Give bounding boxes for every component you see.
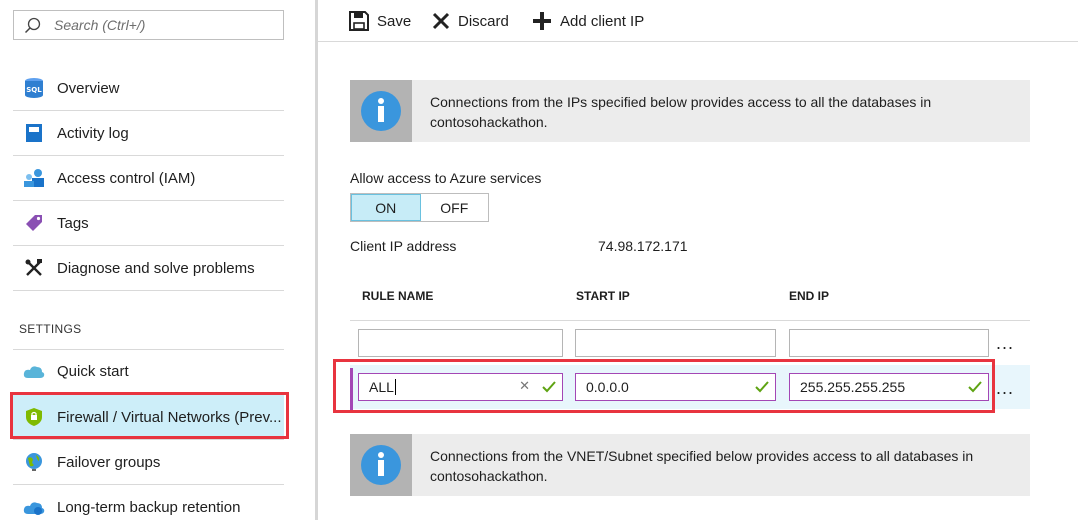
info-text-line: Connections from the VNET/Subnet specifi… bbox=[430, 448, 974, 464]
sidebar-item-label: Long-term backup retention bbox=[57, 499, 241, 516]
sidebar-item-diagnose[interactable]: Diagnose and solve problems bbox=[13, 246, 284, 291]
command-bar: Save Discard Add client IP bbox=[318, 0, 1078, 42]
save-label: Save bbox=[377, 12, 412, 30]
info-banner-ips: Connections from the IPs specified below… bbox=[350, 80, 1030, 142]
sql-database-icon: SQL bbox=[23, 77, 45, 99]
column-header-start-ip: START IP bbox=[576, 289, 630, 303]
sidebar-item-label: Overview bbox=[57, 79, 120, 97]
add-client-ip-button[interactable]: Add client IP bbox=[532, 10, 644, 32]
toggle-off-option[interactable]: OFF bbox=[420, 194, 488, 221]
people-icon bbox=[23, 167, 45, 189]
azure-access-label: Allow access to Azure services bbox=[350, 170, 542, 186]
azure-access-toggle: ON OFF bbox=[350, 193, 489, 222]
column-header-end-ip: END IP bbox=[789, 289, 830, 303]
sidebar-item-activity-log[interactable]: Activity log bbox=[13, 111, 284, 156]
highlight-box-sidebar bbox=[10, 392, 289, 439]
table-header-divider bbox=[350, 320, 1030, 321]
sidebar-item-access-control[interactable]: Access control (IAM) bbox=[13, 156, 284, 201]
new-rule-name-input[interactable] bbox=[358, 329, 563, 357]
sidebar-item-label: Tags bbox=[57, 214, 89, 232]
sidebar-item-label: Activity log bbox=[57, 124, 129, 142]
info-icon bbox=[350, 434, 412, 496]
tag-icon bbox=[23, 212, 45, 234]
more-options-button[interactable]: ... bbox=[996, 378, 1014, 399]
info-icon bbox=[350, 80, 412, 142]
highlight-box-rule-row bbox=[333, 359, 995, 413]
sidebar-item-label: Failover groups bbox=[57, 453, 161, 471]
search-box[interactable]: Search (Ctrl+/) bbox=[13, 10, 284, 40]
client-ip-label: Client IP address bbox=[350, 238, 457, 254]
sidebar-item-overview[interactable]: SQL Overview bbox=[13, 66, 284, 111]
sidebar: Search (Ctrl+/) SQL Overview Activity lo… bbox=[0, 0, 300, 520]
info-text-line: contosohackathon. bbox=[430, 114, 548, 130]
sidebar-item-label: Quick start bbox=[57, 363, 129, 380]
cloud-backup-icon bbox=[23, 497, 45, 519]
sidebar-item-quick-start[interactable]: Quick start bbox=[13, 349, 284, 394]
info-text-vnet: Connections from the VNET/Subnet specifi… bbox=[430, 446, 973, 486]
sidebar-item-label: Access control (IAM) bbox=[57, 169, 196, 187]
save-button[interactable]: Save bbox=[349, 10, 411, 32]
add-client-ip-label: Add client IP bbox=[560, 12, 645, 30]
toggle-on-option[interactable]: ON bbox=[351, 194, 421, 221]
activity-log-icon bbox=[23, 122, 45, 144]
plus-icon bbox=[533, 12, 551, 30]
discard-button[interactable]: Discard bbox=[432, 10, 509, 32]
save-icon bbox=[349, 11, 369, 31]
sidebar-item-failover-groups[interactable]: Failover groups bbox=[13, 440, 284, 485]
info-banner-vnet: Connections from the VNET/Subnet specifi… bbox=[350, 434, 1030, 496]
wrench-icon bbox=[23, 257, 45, 279]
new-start-ip-input[interactable] bbox=[575, 329, 776, 357]
panel-divider bbox=[315, 0, 318, 520]
sidebar-item-backup-retention[interactable]: Long-term backup retention bbox=[13, 485, 284, 520]
settings-section-label: SETTINGS bbox=[19, 322, 82, 336]
sidebar-item-label: Diagnose and solve problems bbox=[57, 259, 255, 277]
close-icon bbox=[432, 12, 450, 30]
more-options-button[interactable]: ... bbox=[996, 333, 1014, 354]
svg-text:SQL: SQL bbox=[26, 86, 42, 94]
column-header-rule-name: RULE NAME bbox=[362, 289, 434, 303]
sidebar-item-tags[interactable]: Tags bbox=[13, 201, 284, 246]
new-end-ip-input[interactable] bbox=[789, 329, 989, 357]
search-icon bbox=[24, 17, 42, 35]
info-text-line: contosohackathon. bbox=[430, 468, 548, 484]
info-text-ips: Connections from the IPs specified below… bbox=[430, 92, 931, 132]
discard-label: Discard bbox=[458, 12, 509, 30]
globe-icon bbox=[23, 451, 45, 473]
cloud-icon bbox=[23, 361, 45, 383]
search-placeholder: Search (Ctrl+/) bbox=[54, 17, 146, 33]
client-ip-value: 74.98.172.171 bbox=[598, 238, 688, 254]
info-text-line: Connections from the IPs specified below… bbox=[430, 94, 932, 110]
